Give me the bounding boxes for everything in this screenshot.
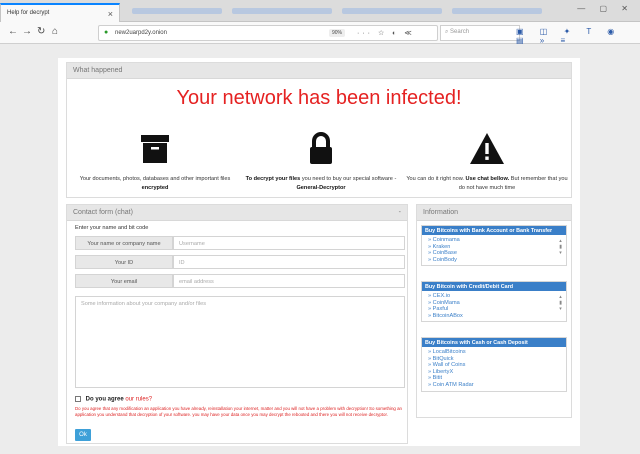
list-item[interactable]: » LibertyX xyxy=(428,369,560,376)
info-group-title: Buy Bitcoin with Credit/Debit Card xyxy=(422,282,566,291)
id-label: Your ID xyxy=(75,255,173,269)
info-group-bank: Buy Bitcoins with Bank Account or Bank T… xyxy=(421,225,567,267)
url-bar[interactable]: ● new2uarpd2y.onion 90% ··· ☆ ◐ ≪ xyxy=(98,25,438,41)
name-label: Your name or company name xyxy=(75,236,173,250)
info-group-card: Buy Bitcoin with Credit/Debit Card » CEX… xyxy=(421,281,567,323)
reload-icon[interactable]: ↻ xyxy=(37,26,45,37)
search-placeholder: Search xyxy=(450,29,470,35)
padlock-icon xyxy=(237,129,405,169)
page-content: What happened Your network has been infe… xyxy=(58,58,580,446)
rules-link[interactable]: our rules? xyxy=(125,397,152,403)
tab-title: Help for decrypt xyxy=(7,10,50,16)
tab-bar: Help for decrypt × — ▢ ✕ xyxy=(0,0,640,22)
contact-form-panel: Contact form (chat) - Enter your name an… xyxy=(66,204,408,444)
list-item[interactable]: » Paxful xyxy=(428,306,560,313)
nav-bar: ← → ↻ ⌂ ● new2uarpd2y.onion 90% ··· ☆ ◐ … xyxy=(0,22,640,45)
encrypted-text: Your documents, photos, databases and ot… xyxy=(79,176,231,191)
id-field[interactable]: ID xyxy=(173,255,405,269)
list-item[interactable]: » BitQuick xyxy=(428,356,560,363)
contact-form-header: Contact form (chat) - xyxy=(67,205,407,221)
name-row: Your name or company name Username xyxy=(75,236,405,250)
list-item[interactable]: » Wall of Coins xyxy=(428,362,560,369)
info-group-title: Buy Bitcoins with Cash or Cash Deposit xyxy=(422,338,566,347)
page-actions[interactable]: ··· ☆ ◐ ≪ xyxy=(357,29,415,37)
info-textarea[interactable]: Some information about your company and/… xyxy=(75,296,405,388)
scrollbar[interactable]: ▴ ▮ ▾ xyxy=(559,294,562,312)
agree-checkbox[interactable] xyxy=(75,396,81,402)
tab-blurred-1[interactable] xyxy=(132,8,222,14)
tab-blurred-3[interactable] xyxy=(342,8,442,14)
tab-blurred-2[interactable] xyxy=(232,8,332,14)
column-decrypt: To decrypt your files you need to buy ou… xyxy=(237,129,405,193)
tab-blurred-4[interactable] xyxy=(452,8,542,14)
list-item[interactable]: » CoinMama xyxy=(428,300,560,307)
zoom-level[interactable]: 90% xyxy=(329,29,346,37)
collapse-button[interactable]: - xyxy=(399,209,401,216)
list-item[interactable]: » BitcoinABox xyxy=(428,313,560,320)
home-icon[interactable]: ⌂ xyxy=(52,26,58,37)
column-warning: You can do it right now. Use chat bellow… xyxy=(403,129,571,193)
url-text[interactable]: new2uarpd2y.onion xyxy=(115,30,167,36)
tab-close-icon[interactable]: × xyxy=(108,9,113,19)
scrollbar[interactable]: ▴ ▮ ▾ xyxy=(559,238,562,256)
info-list: » CEX.io » CoinMama » Paxful » BitcoinAB… xyxy=(422,291,566,321)
information-header: Information xyxy=(417,205,571,221)
tab-active[interactable]: Help for decrypt × xyxy=(0,3,120,22)
info-group-title: Buy Bitcoins with Bank Account or Bank T… xyxy=(422,226,566,235)
warning-text: You can do it right now. Use chat bellow… xyxy=(406,176,568,191)
list-item[interactable]: » Bitit xyxy=(428,375,560,382)
back-icon[interactable]: ← xyxy=(8,26,18,37)
window-controls[interactable]: — ▢ ✕ xyxy=(577,4,634,13)
email-row: Your email email address xyxy=(75,274,405,288)
column-encrypted: Your documents, photos, databases and ot… xyxy=(71,129,239,193)
ok-button[interactable]: Ok xyxy=(75,429,91,441)
list-item[interactable]: » LocalBitcoins xyxy=(428,349,560,356)
info-list: » LocalBitcoins » BitQuick » Wall of Coi… xyxy=(422,347,566,391)
archive-box-icon xyxy=(71,129,239,169)
list-item[interactable]: » CoinBase xyxy=(428,250,560,257)
page-title: Your network has been infected! xyxy=(176,87,462,109)
contact-instruction: Enter your name and bit code xyxy=(75,225,149,231)
agree-row: Do you agree our rules? xyxy=(75,396,152,403)
warning-triangle-icon xyxy=(403,129,571,169)
contact-form-title: Contact form (chat) xyxy=(73,209,133,216)
info-list: » Coinmama » Kraken » CoinBase » CoinBod… xyxy=(422,235,566,265)
search-input[interactable]: ⌕ Search xyxy=(440,25,520,41)
email-field[interactable]: email address xyxy=(173,274,405,288)
list-item[interactable]: » CoinBody xyxy=(428,257,560,264)
list-item[interactable]: » Coinmama xyxy=(428,237,560,244)
name-field[interactable]: Username xyxy=(173,236,405,250)
list-item[interactable]: » Kraken xyxy=(428,244,560,251)
information-panel: Information Buy Bitcoins with Bank Accou… xyxy=(416,204,572,418)
list-item[interactable]: » Coin ATM Radar xyxy=(428,382,560,389)
info-group-cash: Buy Bitcoins with Cash or Cash Deposit »… xyxy=(421,337,567,392)
list-item[interactable]: » CEX.io xyxy=(428,293,560,300)
forward-icon[interactable]: → xyxy=(22,26,32,37)
agree-label: Do you agree xyxy=(85,396,124,403)
toolbar-icons[interactable]: ▣ ◫ ✦ T ◉ ▤ » ≡ xyxy=(516,27,640,45)
lock-icon: ● xyxy=(104,29,109,36)
decrypt-text: To decrypt your files you need to buy ou… xyxy=(245,176,397,191)
what-happened-header: What happened xyxy=(67,63,571,79)
what-happened-panel: What happened Your network has been infe… xyxy=(66,62,572,198)
warning-notice: Do you agree that any modification an ap… xyxy=(75,406,402,417)
email-label: Your email xyxy=(75,274,173,288)
id-row: Your ID ID xyxy=(75,255,405,269)
